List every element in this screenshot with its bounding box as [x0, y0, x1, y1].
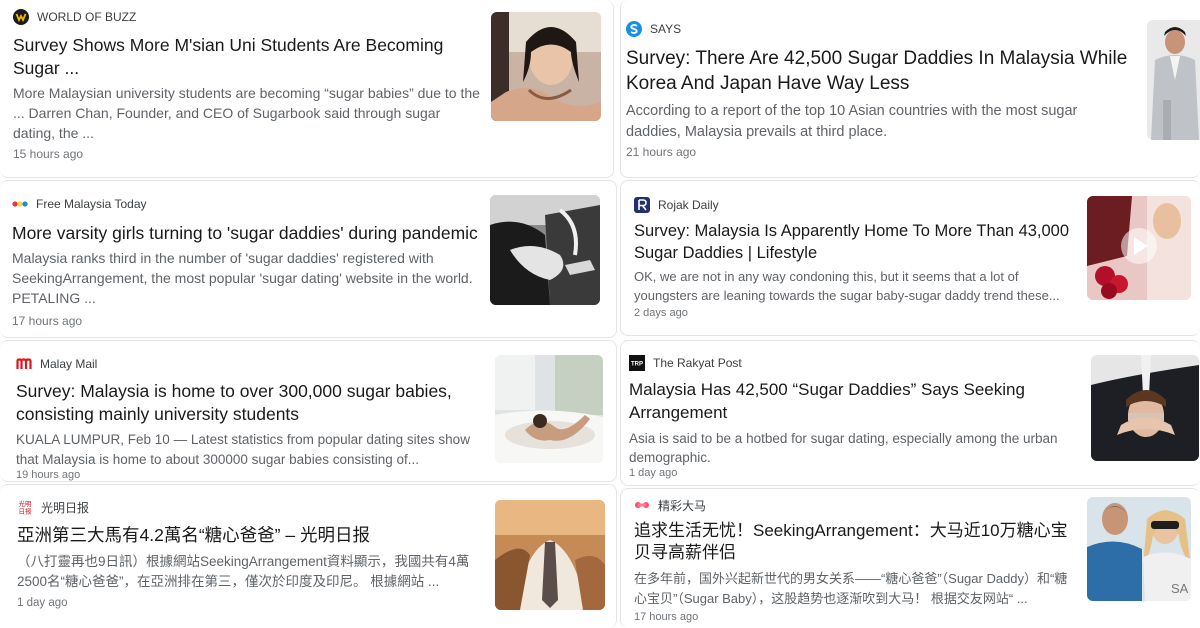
- article-time: 1 day ago: [17, 597, 68, 609]
- article-time: 21 hours ago: [626, 145, 697, 159]
- couple-selfie-thumbnail[interactable]: SA: [1087, 497, 1191, 601]
- source-name: 光明日报: [41, 500, 90, 515]
- source-name: Rojak Daily: [658, 198, 719, 212]
- news-card[interactable]: TRP The Rakyat Post Malaysia Has 42,500 …: [620, 340, 1200, 486]
- man-in-suit-thumbnail[interactable]: [1147, 20, 1200, 140]
- source-name: SAYS: [650, 22, 682, 36]
- source-row: SAYS: [626, 20, 1136, 38]
- article-snippet: KUALA LUMPUR, Feb 10 — Latest statistics…: [16, 432, 470, 467]
- article-time: 17 hours ago: [12, 314, 83, 328]
- source-name: 精彩大马: [658, 498, 707, 513]
- jingcaidama-logo-icon: [634, 497, 650, 513]
- article-snippet: More Malaysian university students are b…: [13, 85, 480, 141]
- article-snippet: Malaysia ranks third in the number of 's…: [12, 250, 473, 306]
- article-time: 1 day ago: [629, 467, 678, 479]
- news-card[interactable]: WORLD OF BUZZ Survey Shows More M'sian U…: [0, 0, 614, 178]
- article-title[interactable]: Survey: There Are 42,500 Sugar Daddies I…: [626, 46, 1136, 96]
- bathtub-thumbnail[interactable]: [495, 355, 603, 463]
- news-card[interactable]: 光明 日报 光明日报 亞洲第三大馬有4.2萬名“糖心爸爸” – 光明日报 （八打靈…: [0, 484, 617, 628]
- article-title[interactable]: Survey: Malaysia is home to over 300,000…: [16, 380, 486, 426]
- source-row: 精彩大马: [634, 496, 1079, 514]
- fmt-logo-icon: [12, 196, 28, 212]
- article-snippet: 在多年前，国外兴起新世代的男女关系——“糖心爸爸”（Sugar Daddy）和“…: [634, 571, 1068, 606]
- malaymail-logo-icon: [16, 356, 32, 372]
- article-snippet: （八打靈再也9日訊）根據網站SeekingArrangement資料顯示，我國共…: [17, 554, 470, 589]
- article-snippet: OK, we are not in any way condoning this…: [634, 269, 1060, 303]
- news-card[interactable]: 精彩大马 追求生活无忧！SeekingArrangement：大马近10万糖心宝…: [620, 488, 1200, 628]
- couple-photo-thumbnail[interactable]: [491, 12, 601, 121]
- news-card[interactable]: Free Malaysia Today More varsity girls t…: [0, 180, 617, 338]
- black-white-couple-thumbnail[interactable]: [490, 195, 600, 305]
- article-title[interactable]: Survey Shows More M'sian Uni Students Ar…: [13, 34, 483, 80]
- source-row: 光明 日报 光明日报: [17, 498, 477, 516]
- news-card[interactable]: SAYS Survey: There Are 42,500 Sugar Dadd…: [620, 0, 1200, 178]
- guangming-logo-icon: 光明 日报: [17, 499, 33, 515]
- svg-text:日报: 日报: [19, 507, 33, 516]
- source-row: Rojak Daily: [634, 196, 1074, 214]
- article-snippet: According to a report of the top 10 Asia…: [626, 103, 1078, 140]
- article-time: 15 hours ago: [13, 147, 84, 161]
- article-time: 17 hours ago: [634, 611, 699, 623]
- source-row: WORLD OF BUZZ: [13, 8, 483, 26]
- article-time: 19 hours ago: [16, 469, 81, 481]
- therakyatpost-logo-icon: TRP: [629, 355, 645, 371]
- news-card[interactable]: Rojak Daily Survey: Malaysia Is Apparent…: [620, 180, 1200, 336]
- source-row: TRP The Rakyat Post: [629, 354, 1079, 372]
- source-name: Malay Mail: [40, 357, 98, 371]
- article-snippet: Asia is said to be a hotbed for sugar da…: [629, 431, 1058, 465]
- source-row: Free Malaysia Today: [12, 195, 482, 213]
- article-title[interactable]: More varsity girls turning to 'sugar dad…: [12, 222, 482, 245]
- article-title[interactable]: 追求生活无忧！SeekingArrangement：大马近10万糖心宝贝寻高薪伴…: [634, 520, 1079, 564]
- blindfold-thumbnail[interactable]: [1091, 355, 1199, 461]
- svg-text:TRP: TRP: [631, 362, 643, 368]
- article-title[interactable]: Malaysia Has 42,500 “Sugar Daddies” Says…: [629, 378, 1079, 424]
- article-time: 2 days ago: [634, 307, 688, 319]
- source-row: Malay Mail: [16, 355, 486, 373]
- source-name: WORLD OF BUZZ: [37, 10, 137, 24]
- rojakdaily-logo-icon: [634, 197, 650, 213]
- worldofbuzz-logo-icon: [13, 9, 29, 25]
- source-name: Free Malaysia Today: [36, 197, 147, 211]
- man-tie-thumbnail[interactable]: [495, 500, 605, 610]
- article-title[interactable]: 亞洲第三大馬有4.2萬名“糖心爸爸” – 光明日报: [17, 524, 477, 547]
- says-logo-icon: [626, 21, 642, 37]
- news-card[interactable]: Malay Mail Survey: Malaysia is home to o…: [0, 340, 617, 482]
- article-title[interactable]: Survey: Malaysia Is Apparently Home To M…: [634, 220, 1074, 264]
- svg-text:SA: SA: [1171, 581, 1189, 596]
- source-name: The Rakyat Post: [653, 356, 742, 370]
- roses-video-thumbnail[interactable]: [1087, 196, 1191, 300]
